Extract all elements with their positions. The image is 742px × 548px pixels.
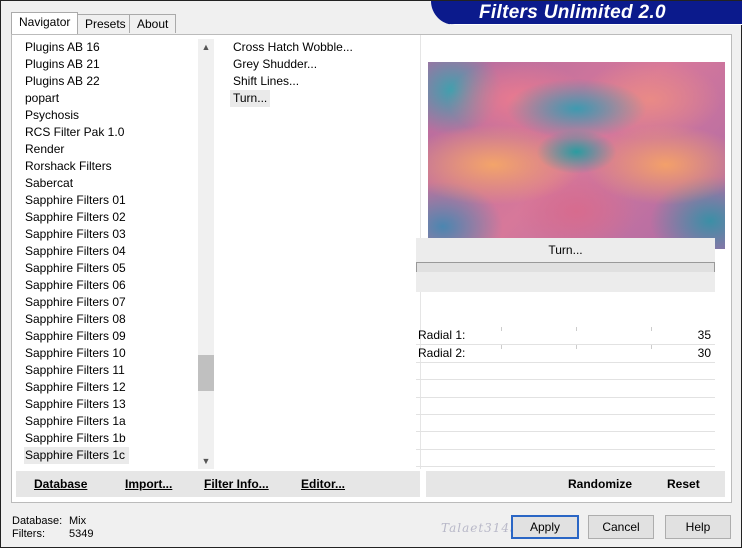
- category-item[interactable]: Sabercat: [24, 175, 77, 192]
- param-separator: [416, 379, 715, 380]
- param-header-gap: [416, 272, 715, 292]
- category-item[interactable]: Render: [24, 141, 68, 158]
- import-button[interactable]: Import...: [125, 477, 172, 491]
- category-item[interactable]: Sapphire Filters 04: [24, 243, 130, 260]
- database-value: Mix: [69, 515, 87, 527]
- filter-info-button[interactable]: Filter Info...: [204, 477, 269, 491]
- tab-navigator[interactable]: Navigator: [11, 12, 79, 34]
- scroll-up-icon[interactable]: ▲: [198, 39, 214, 55]
- apply-button[interactable]: Apply: [511, 515, 579, 539]
- category-item[interactable]: Sapphire Filters 11: [24, 362, 129, 379]
- filters-label: Filters:: [12, 528, 45, 540]
- scroll-down-icon[interactable]: ▼: [198, 453, 214, 469]
- param-separator: [416, 431, 715, 432]
- tab-presets[interactable]: Presets: [77, 14, 134, 33]
- filters-count: 5349: [69, 528, 94, 540]
- banner-title: Filters Unlimited 2.0: [479, 2, 666, 23]
- category-item[interactable]: Sapphire Filters 12: [24, 379, 130, 396]
- category-item[interactable]: popart: [24, 90, 63, 107]
- category-item[interactable]: Plugins AB 21: [24, 56, 104, 73]
- param-value: 35: [697, 328, 711, 342]
- database-button[interactable]: Database: [34, 477, 87, 491]
- param-label: Radial 1:: [418, 328, 466, 342]
- slider-tick: [651, 345, 652, 349]
- param-radial-2[interactable]: Radial 2: 30: [416, 345, 715, 362]
- slider-tick: [501, 345, 502, 349]
- slider-tick: [576, 345, 577, 349]
- reset-button[interactable]: Reset: [667, 477, 700, 491]
- category-item[interactable]: Sapphire Filters 06: [24, 277, 130, 294]
- filters-unlimited-window: Navigator Presets About Filters Unlimite…: [0, 0, 742, 548]
- scrollbar-thumb[interactable]: [198, 355, 214, 391]
- slider-tick: [576, 327, 577, 331]
- category-item[interactable]: Sapphire Filters 03: [24, 226, 130, 243]
- watermark: Talaet3145: [441, 521, 519, 535]
- param-separator: [416, 449, 715, 450]
- category-item[interactable]: Sapphire Filters 02: [24, 209, 130, 226]
- cancel-button[interactable]: Cancel: [588, 515, 654, 539]
- category-list[interactable]: Plugins AB 16 Plugins AB 21 Plugins AB 22 p…: [12, 35, 198, 469]
- filter-preview-image: [428, 62, 725, 249]
- category-scrollbar[interactable]: ▲ ▼: [198, 39, 214, 469]
- editor-button[interactable]: Editor...: [301, 477, 345, 491]
- category-item[interactable]: Sapphire Filters 07: [24, 294, 130, 311]
- category-item[interactable]: Sapphire Filters 05: [24, 260, 130, 277]
- randomize-button[interactable]: Randomize: [568, 477, 632, 491]
- banner-underline: [431, 24, 742, 25]
- category-item[interactable]: Sapphire Filters 13: [24, 396, 130, 413]
- param-separator: [416, 414, 715, 415]
- title-banner: Filters Unlimited 2.0: [431, 1, 742, 25]
- filter-title: Turn...: [416, 238, 715, 262]
- category-item[interactable]: Rorshack Filters: [24, 158, 116, 175]
- filter-item[interactable]: Shift Lines...: [230, 73, 302, 90]
- category-item[interactable]: Sapphire Filters 1b: [24, 430, 130, 447]
- param-value: 30: [697, 346, 711, 360]
- category-item[interactable]: Sapphire Filters 08: [24, 311, 130, 328]
- slider-tick: [501, 327, 502, 331]
- tab-about[interactable]: About: [129, 14, 177, 33]
- category-item[interactable]: Psychosis: [24, 107, 83, 124]
- category-item[interactable]: Sapphire Filters 10: [24, 345, 130, 362]
- param-separator: [416, 362, 715, 363]
- param-radial-1[interactable]: Radial 1: 35: [416, 327, 715, 344]
- category-item[interactable]: Sapphire Filters 1a: [24, 413, 130, 430]
- param-separator: [416, 397, 715, 398]
- filter-item[interactable]: Grey Shudder...: [230, 56, 320, 73]
- category-item[interactable]: Sapphire Filters 01: [24, 192, 130, 209]
- slider-tick: [651, 327, 652, 331]
- help-button[interactable]: Help: [665, 515, 731, 539]
- category-item[interactable]: Plugins AB 16: [24, 39, 104, 56]
- param-label: Radial 2:: [418, 346, 466, 360]
- param-separator: [416, 466, 715, 467]
- category-item[interactable]: Sapphire Filters 1c: [24, 447, 130, 464]
- category-item[interactable]: Plugins AB 22: [24, 73, 104, 90]
- category-item[interactable]: RCS Filter Pak 1.0: [24, 124, 128, 141]
- database-label: Database:: [12, 515, 63, 527]
- filter-item[interactable]: Cross Hatch Wobble...: [230, 39, 356, 56]
- category-item[interactable]: Sapphire Filters 09: [24, 328, 130, 345]
- filter-item[interactable]: Turn...: [230, 90, 271, 107]
